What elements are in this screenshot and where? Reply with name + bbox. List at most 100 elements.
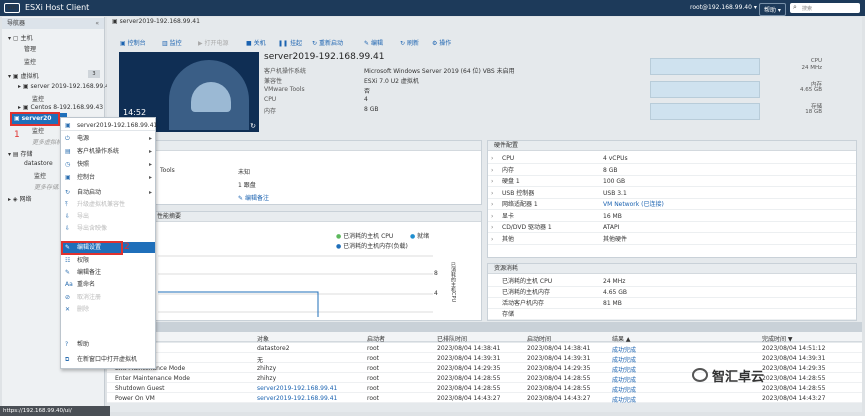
nav-storage-monitor[interactable]: 监控 [34,171,46,180]
expand-icon[interactable]: › [491,153,493,164]
hardware-row[interactable]: › 内存 8 GB [488,165,856,176]
help-menu[interactable]: 帮助 ▾ [759,3,786,16]
resource-key: 存储 [502,311,515,318]
expand-icon[interactable]: › [491,165,493,176]
hardware-row[interactable]: › 其他 其他硬件 [488,234,856,245]
menu-item-icon: ? [65,341,69,348]
context-menu-item[interactable]: Aa 重命名 [61,279,155,290]
shutdown-button[interactable]: ■ 关机 [246,38,266,47]
task-column-header[interactable]: 完成时间 ▼ [762,334,793,343]
context-menu-item[interactable]: ⇩ 导出 [61,211,155,222]
actions-button[interactable]: ⚙ 操作 [432,38,451,47]
expand-icon[interactable]: › [491,234,493,245]
y-axis-label: 已消耗的主机CPU [450,262,456,303]
wechat-logo-icon [692,368,708,382]
hardware-row[interactable]: › CD/DVD 驱动器 1 ATAPI [488,222,856,233]
task-column-header[interactable]: 已排队时间 [437,334,467,343]
nav-vm3-monitor[interactable]: 监控 [32,126,44,135]
expand-icon[interactable]: › [491,222,493,233]
console-button[interactable]: ▣ 控制台 [120,38,146,47]
vm-thumb-clock: 14:52 [123,108,147,117]
nav-datastore[interactable]: datastore [24,160,53,167]
context-menu-item[interactable]: ☷ 权限 [61,255,155,266]
nav-host[interactable]: ▾ ▢ 主机 [8,33,33,42]
nav-vm-centos[interactable]: ▸ ▣ Centos 8-192.168.99.43 [18,104,103,111]
nav-host-monitor[interactable]: 监控 [24,57,36,66]
task-cell-obj: zhihzy [257,365,277,372]
hardware-row[interactable]: › 网络适配器 1 VM Network (已连接) [488,199,856,210]
hardware-row[interactable]: › CPU 4 vCPUs [488,153,856,164]
context-menu-item[interactable]: ↻ 自动启动 ▸ [61,187,155,198]
menu-item-label: 控制台 [77,174,96,181]
menu-item-icon: ✕ [65,306,71,313]
hardware-key: 网络适配器 1 [502,201,538,208]
expand-icon[interactable]: › [491,211,493,222]
hardware-value: 4 vCPUs [603,155,628,162]
task-cell-task: Enter Maintenance Mode [115,375,190,382]
nav-host-manage[interactable]: 管理 [24,44,36,53]
hardware-row[interactable]: › 显卡 16 MB [488,211,856,222]
context-menu-item[interactable]: ? 帮助 [61,339,155,350]
suspend-button[interactable]: ❚❚ 挂起 [278,38,302,47]
monitor-button[interactable]: ▥ 监控 [162,38,182,47]
refresh-button[interactable]: ↻ 刷新 [400,38,419,47]
vm-name: server2019-192.168.99.41 [264,52,385,62]
context-menu-item[interactable]: ✎ 编辑备注 [61,267,155,278]
hardware-key: USB 控制器 [502,189,535,197]
task-cell-obj: datastore2 [257,345,290,352]
nav-vm1-monitor[interactable]: 监控 [32,94,44,103]
context-menu-item[interactable]: ⇩ 导出含映像 [61,223,155,234]
task-cell-queued: 2023/08/04 14:29:35 [437,365,501,372]
task-row[interactable]: Path无root2023/08/04 14:39:312023/08/04 1… [107,353,862,364]
task-cell-start: 2023/08/04 14:28:55 [527,375,591,382]
expand-icon[interactable]: › [491,176,493,187]
expand-icon[interactable]: › [491,199,493,210]
menu-item-label: 导出 [77,213,90,220]
search-box[interactable]: ⌕ 搜索 [790,3,860,13]
task-cell-result: 成功完成 [612,397,637,404]
submenu-arrow-icon: ▸ [148,174,152,181]
menu-item-icon: ▣ [65,174,71,181]
hardware-value: 100 GB [603,178,626,185]
context-menu-item[interactable]: ⏻ 电源 ▸ [61,133,155,144]
resource-key: 已消耗的主机 CPU [502,278,553,285]
vm-prop-key: VMware Tools [264,86,305,93]
task-cell-task: Power On VM [115,395,155,402]
annotation-number-2: 2 [124,242,130,252]
nav-storage[interactable]: ▾ ▤ 存储 [8,149,33,158]
nav-network[interactable]: ▸ ◈ 网络 [8,194,31,203]
context-menu-item[interactable]: ⧉ 在新窗口中打开虚拟机 [61,354,155,365]
menu-item-label: 帮助 [77,341,90,348]
context-menu-item[interactable]: ▣ 控制台 ▸ [61,172,155,183]
vm-prop-value: ESXi 7.0 U2 虚拟机 [364,78,419,85]
hardware-row[interactable]: › USB 控制器 USB 3.1 [488,188,856,199]
perf-title: 性能摘要 [157,213,182,220]
task-row[interactable]: Power On VM server2019-192.168.99.41 root 2… [107,393,862,404]
nav-vm-server20[interactable]: ▣ server20 [14,115,51,122]
task-column-header[interactable]: 结果 ▲ [612,334,631,343]
context-menu-item[interactable]: ⤒ 升级虚拟机兼容性 [61,199,155,210]
task-column-header[interactable]: 启动者 [367,334,385,343]
nav-vms[interactable]: ▾ ▣ 虚拟机 [8,71,39,80]
submenu-arrow-icon: ▸ [148,135,152,142]
task-column-header[interactable]: 对象 [257,334,269,343]
power-on-button[interactable]: ▶ 打开电源 [198,38,229,47]
context-menu-item[interactable]: ▤ 客户机操作系统 ▸ [61,146,155,157]
expand-icon[interactable]: › [491,188,493,199]
task-column-header[interactable]: 启动时间 [527,334,551,343]
edit-button[interactable]: ✎ 编辑 [364,38,383,47]
hardware-row[interactable]: › 硬盘 1 100 GB [488,176,856,187]
context-menu-item[interactable]: ◷ 快照 ▸ [61,159,155,170]
user-menu[interactable]: root@192.168.99.40 ▾ [690,4,757,11]
context-menu-item[interactable]: ⊘ 取消注册 [61,292,155,303]
edit-notes-link[interactable]: ✎ 编辑备注 [238,193,269,202]
annotation-number-1: 1 [14,130,20,140]
nav-vm-server2019[interactable]: ▸ ▣ server 2019-192.168.99.4 [18,83,109,90]
context-menu-item[interactable]: ✕ 删除 [61,304,155,315]
task-cell-by: root [367,385,380,392]
task-row[interactable]: datastore2 root 2023/08/04 14:38:41 2023/08… [107,343,862,354]
menu-item-label: 编辑备注 [77,269,102,276]
thumb-refresh-icon[interactable]: ↻ [250,122,256,130]
restart-button[interactable]: ↻ 重新启动 [312,38,343,47]
menu-item-icon: ⊘ [65,294,71,301]
